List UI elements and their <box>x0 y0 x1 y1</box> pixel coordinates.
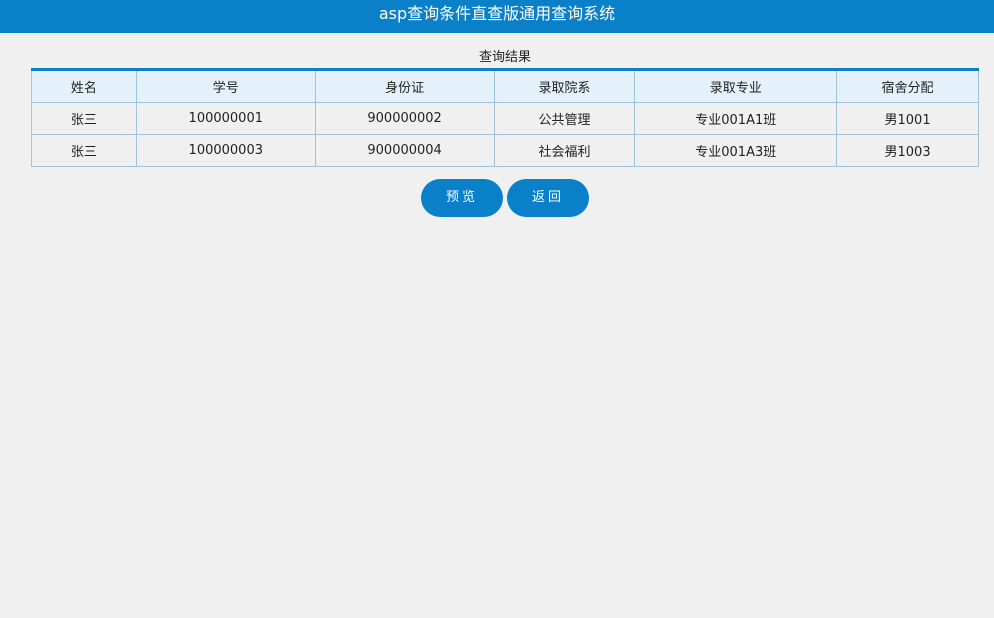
cell-dorm: 男1001 <box>836 102 979 135</box>
cell-student-id: 100000001 <box>135 102 316 135</box>
cell-major: 专业001A3班 <box>634 134 838 167</box>
column-header-id-card: 身份证 <box>314 69 495 103</box>
column-header-name: 姓名 <box>31 69 137 103</box>
cell-name: 张三 <box>31 102 137 135</box>
cell-id-card: 900000002 <box>314 102 495 135</box>
page-title: asp查询条件直查版通用查询系统 <box>378 4 616 23</box>
results-table: 姓名 学号 身份证 录取院系 录取专业 宿舍分配 张三 100000001 90… <box>31 68 979 167</box>
back-button[interactable]: 返回 <box>507 179 589 217</box>
results-panel: 查询结果 姓名 学号 身份证 录取院系 录取专业 宿舍分配 张三 1000000… <box>31 33 979 217</box>
column-header-major: 录取专业 <box>634 69 838 103</box>
column-header-department: 录取院系 <box>493 69 636 103</box>
cell-department: 社会福利 <box>493 134 636 167</box>
cell-name: 张三 <box>31 134 137 167</box>
page-header: asp查询条件直查版通用查询系统 <box>0 0 994 33</box>
table-row: 张三 100000001 900000002 公共管理 专业001A1班 男10… <box>31 102 979 135</box>
cell-department: 公共管理 <box>493 102 636 135</box>
cell-id-card: 900000004 <box>314 134 495 167</box>
cell-dorm: 男1003 <box>836 134 979 167</box>
cell-student-id: 100000003 <box>135 134 316 167</box>
cell-major: 专业001A1班 <box>634 102 838 135</box>
table-header-row: 姓名 学号 身份证 录取院系 录取专业 宿舍分配 <box>31 69 979 103</box>
column-header-dorm: 宿舍分配 <box>836 69 979 103</box>
preview-button[interactable]: 预览 <box>421 179 503 217</box>
results-caption: 查询结果 <box>478 50 531 65</box>
column-header-student-id: 学号 <box>135 69 316 103</box>
action-buttons: 预览 返回 <box>31 179 979 217</box>
table-row: 张三 100000003 900000004 社会福利 专业001A3班 男10… <box>31 134 979 167</box>
